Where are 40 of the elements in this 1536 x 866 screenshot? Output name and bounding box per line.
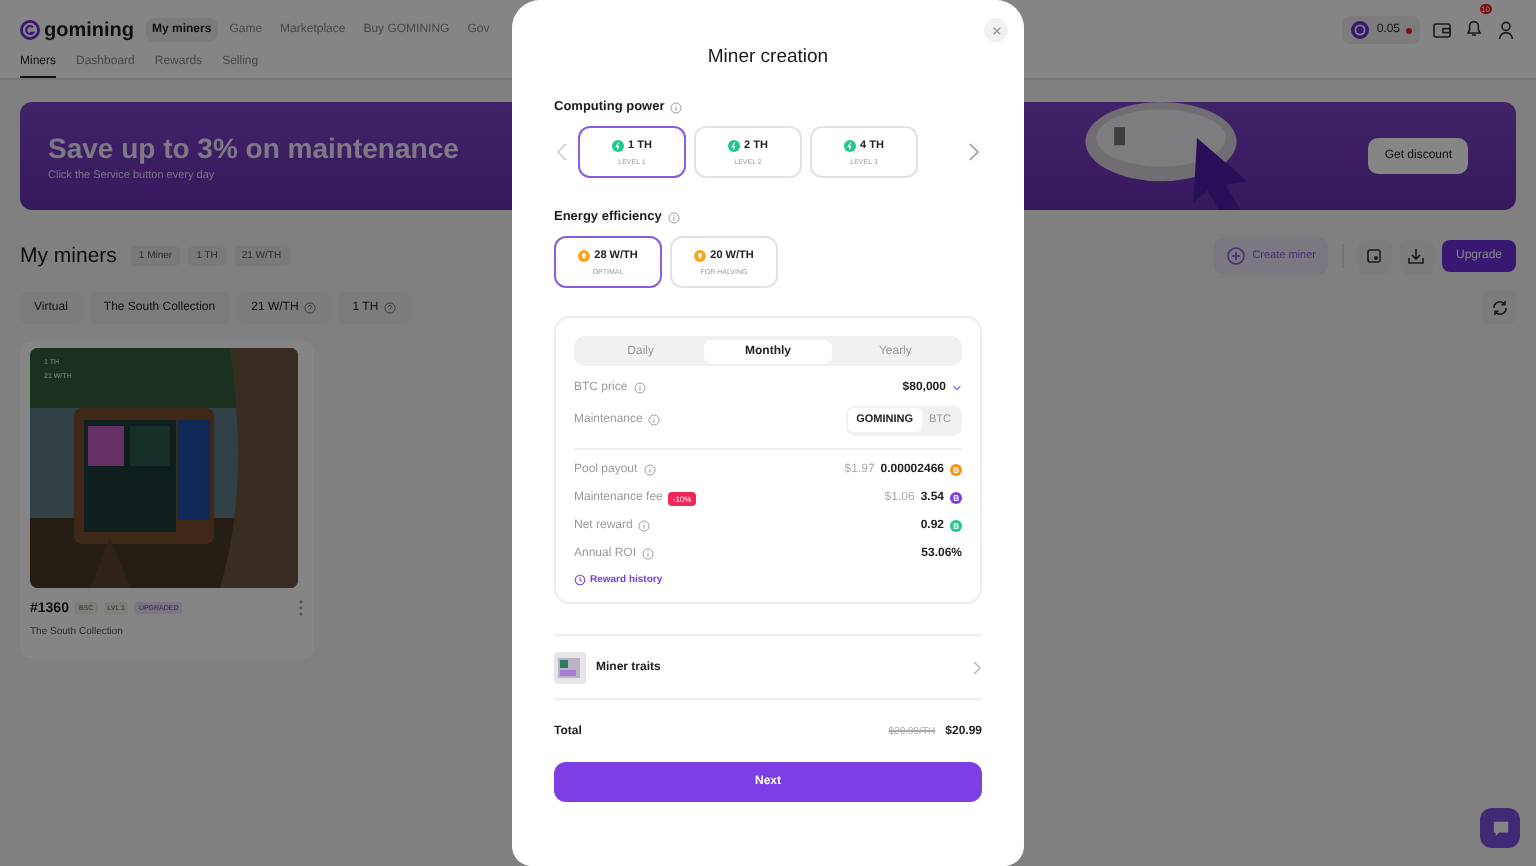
refresh-icon [1489,297,1509,317]
info-icon [670,101,683,113]
coin-icon [1350,20,1371,40]
info-icon [642,548,655,560]
chat-button[interactable] [1480,808,1520,848]
image-button[interactable] [1357,239,1392,273]
bulb-icon [578,249,591,261]
image-icon [1364,246,1385,266]
close-button[interactable] [984,18,1008,42]
caret-icon[interactable] [952,384,962,392]
close-icon [991,25,1001,35]
wallet-icon[interactable] [1432,20,1452,40]
help-icon [384,301,397,313]
info-icon [643,464,656,476]
bolt-icon [844,139,857,151]
bolt-icon [612,139,625,151]
logo-icon [20,20,40,40]
chat-icon [1491,819,1509,837]
status-dot [1406,27,1412,33]
info-icon [638,520,651,532]
info-icon [648,414,661,426]
refresh-button[interactable] [1482,290,1516,324]
dialog-title: Miner creation [705,46,831,68]
banner-title: Save up to 3% on maintenance [48,131,459,163]
help-icon [304,301,317,313]
chevron-right-icon[interactable] [966,142,982,162]
more-icon[interactable] [298,600,304,616]
clock-icon [574,574,586,586]
bulb-icon [694,249,707,261]
user-icon[interactable] [1496,20,1516,40]
chevron-right-icon [972,659,982,675]
bell-icon[interactable] [1464,18,1484,38]
logo-text: gomining [44,19,134,41]
plus-icon [1226,246,1247,266]
section-title: My miners [20,244,117,268]
info-icon [667,211,680,223]
info-icon [633,382,646,394]
download-button[interactable] [1399,239,1434,273]
download-icon [1406,246,1427,266]
bolt-icon [728,139,741,151]
